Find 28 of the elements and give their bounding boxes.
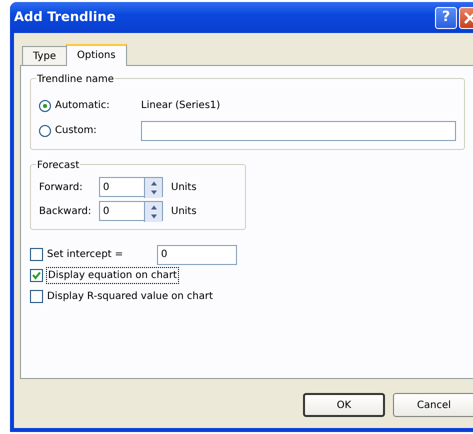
radio-button[interactable] bbox=[39, 100, 51, 112]
checkbox-label: Set intercept = bbox=[47, 248, 124, 262]
tab[interactable]: Type bbox=[22, 46, 67, 65]
spin-value: 0 bbox=[102, 205, 110, 219]
trendline-name-text: Linear (Series1) bbox=[141, 99, 220, 113]
spin-box[interactable]: 0 bbox=[99, 177, 163, 197]
close-icon bbox=[463, 10, 473, 24]
checkbox-label: Display equation on chart bbox=[47, 268, 178, 283]
unit-label: Units bbox=[171, 180, 197, 194]
custom-name-field[interactable] bbox=[141, 120, 456, 140]
dialog-button[interactable]: OK bbox=[303, 393, 385, 417]
radio-button[interactable] bbox=[39, 124, 51, 136]
checkbox-label: Display R-squared value on chart bbox=[47, 290, 213, 304]
option-label: Automatic: bbox=[55, 99, 111, 113]
forecast-label: Forward: bbox=[39, 180, 84, 194]
spin-value: 0 bbox=[102, 181, 110, 195]
intercept-field[interactable]: 0 bbox=[157, 244, 237, 264]
checkbox[interactable] bbox=[30, 269, 43, 282]
spin-box[interactable]: 0 bbox=[99, 201, 163, 221]
option-label: Custom: bbox=[55, 124, 98, 138]
window-title: Add Trendline bbox=[14, 8, 116, 27]
checkbox[interactable] bbox=[30, 290, 43, 303]
forecast-label: Backward: bbox=[39, 204, 92, 218]
unit-label: Units bbox=[171, 204, 197, 218]
help-button[interactable]: ? bbox=[435, 6, 457, 28]
checkbox[interactable] bbox=[30, 248, 43, 261]
dialog-button[interactable]: Cancel bbox=[393, 393, 473, 417]
tab[interactable]: Options bbox=[66, 44, 127, 66]
